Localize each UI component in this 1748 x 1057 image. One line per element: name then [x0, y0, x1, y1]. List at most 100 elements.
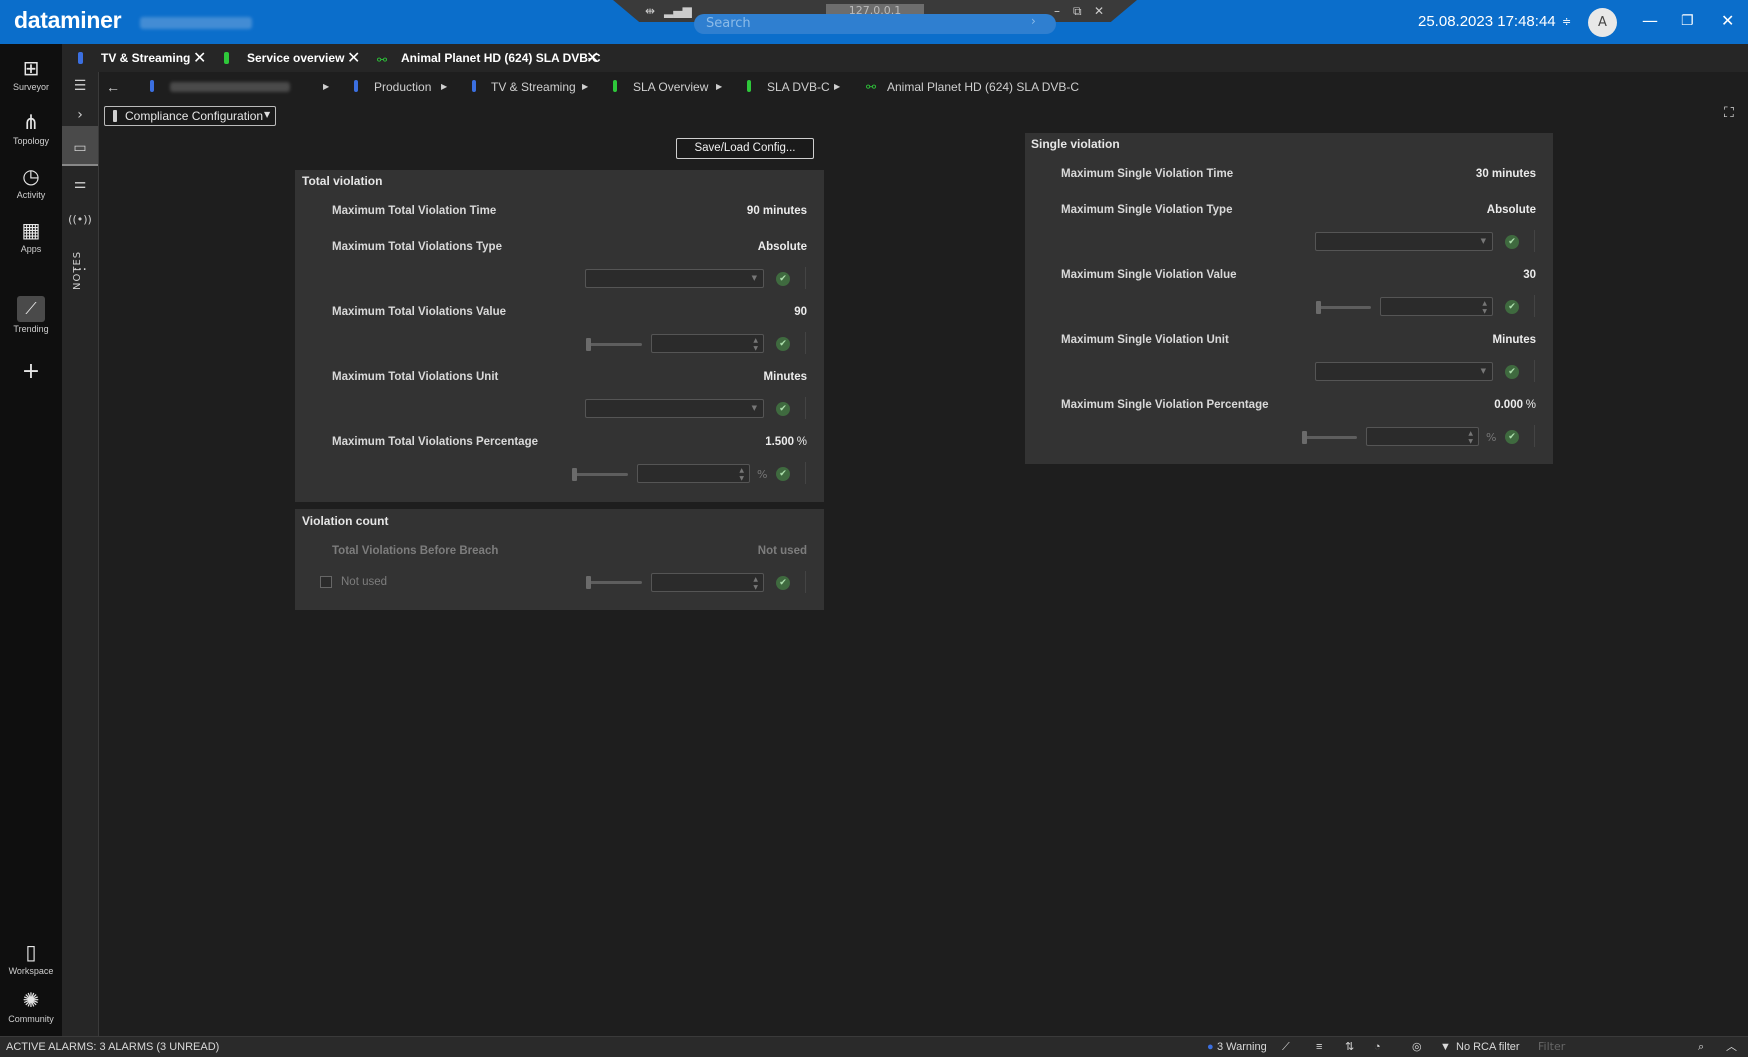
- blurred-system-name: [140, 17, 252, 29]
- chevron-up-icon[interactable]: ︿: [1726, 1040, 1737, 1054]
- unit-select[interactable]: ▼: [585, 399, 764, 418]
- conn-close-icon[interactable]: ✕: [1094, 4, 1104, 18]
- apply-check-icon[interactable]: ✔: [776, 337, 790, 351]
- service-icon: ⚯: [377, 53, 388, 67]
- checkbox-label: Not used: [341, 576, 388, 588]
- tab-animal-planet-sla[interactable]: Animal Planet HD (624) SLA DVB-C: [401, 44, 601, 72]
- value-spinner[interactable]: ▲ ▼: [651, 334, 764, 353]
- nav-apps[interactable]: ▦ Apps: [0, 218, 62, 254]
- sort-icon[interactable]: ⇅: [1345, 1040, 1354, 1054]
- nav-workspace[interactable]: ▯ Workspace: [0, 940, 62, 976]
- list-icon[interactable]: ≡: [1316, 1040, 1322, 1054]
- crumb-tv-streaming[interactable]: TV & Streaming: [491, 79, 576, 95]
- focus-icon[interactable]: ◎: [1412, 1040, 1422, 1054]
- crumb-indicator: [150, 80, 154, 92]
- page-selector-dropdown[interactable]: Compliance Configuration: [104, 106, 276, 126]
- workspace-icon: ▯: [25, 940, 37, 964]
- apply-check-icon[interactable]: ✔: [776, 402, 790, 416]
- apply-check-icon[interactable]: ✔: [776, 272, 790, 286]
- tab-color-indicator: [224, 52, 229, 64]
- param-label: Maximum Single Violation Unit: [1061, 334, 1229, 346]
- search-input[interactable]: Search: [694, 14, 1056, 34]
- datetime-menu-icon[interactable]: ≑: [1562, 15, 1571, 28]
- pie-chart-icon[interactable]: ◔: [1374, 1040, 1381, 1054]
- percentage-unit: %: [757, 468, 768, 481]
- broadcast-icon[interactable]: ((•)): [62, 213, 98, 226]
- value-slider[interactable]: [1316, 300, 1371, 314]
- count-slider[interactable]: [586, 575, 642, 589]
- search-chevron-icon[interactable]: ›: [1031, 14, 1036, 28]
- nav-community[interactable]: ✺ Community: [0, 988, 62, 1024]
- nav-trending[interactable]: ⟋ Trending: [0, 296, 62, 334]
- chevron-down-icon[interactable]: ▼: [264, 110, 270, 119]
- save-load-config-button[interactable]: Save/Load Config...: [676, 138, 814, 159]
- crumb-indicator: [613, 80, 617, 92]
- apply-check-icon[interactable]: ✔: [1505, 365, 1519, 379]
- value-spinner[interactable]: ▲ ▼: [1380, 297, 1493, 316]
- tab-service-overview[interactable]: Service overview: [247, 44, 344, 72]
- unit-select[interactable]: ▼: [1315, 362, 1493, 381]
- hamburger-icon[interactable]: ☰: [62, 78, 98, 94]
- crumb-indicator: [472, 80, 476, 92]
- search-icon[interactable]: ⌕: [1698, 1040, 1704, 1054]
- param-value: Minutes: [1492, 334, 1536, 346]
- percentage-slider[interactable]: [572, 467, 628, 481]
- percentage-spinner[interactable]: ▲ ▼: [637, 464, 750, 483]
- tab-close-icon[interactable]: ✕: [347, 48, 360, 68]
- user-avatar[interactable]: A: [1588, 8, 1617, 37]
- apply-check-icon[interactable]: ✔: [1505, 430, 1519, 444]
- crumb-sla-dvbc[interactable]: SLA DVB-C: [767, 79, 830, 95]
- monitor-icon[interactable]: ▭: [62, 140, 98, 156]
- nav-activity[interactable]: ◷ Activity: [0, 164, 62, 200]
- type-select[interactable]: ▼: [1315, 232, 1493, 251]
- nav-topology[interactable]: ⋔ Topology: [0, 110, 62, 146]
- divider: [1534, 295, 1535, 317]
- crumb-animal-planet-sla[interactable]: Animal Planet HD (624) SLA DVB-C: [887, 79, 1079, 95]
- minimize-icon[interactable]: —: [1642, 11, 1658, 31]
- expand-icon[interactable]: ›: [62, 107, 98, 123]
- trend-icon[interactable]: ⟋: [1282, 1040, 1290, 1054]
- count-spinner[interactable]: ▲ ▼: [651, 573, 764, 592]
- tab-tv-streaming[interactable]: TV & Streaming: [101, 44, 190, 72]
- crumb-indicator: [747, 80, 751, 92]
- divider: [1534, 230, 1535, 252]
- apply-check-icon[interactable]: ✔: [776, 467, 790, 481]
- apply-check-icon[interactable]: ✔: [776, 576, 790, 590]
- percentage-spinner[interactable]: ▲ ▼: [1366, 427, 1479, 446]
- close-window-icon[interactable]: ✕: [1721, 11, 1734, 31]
- rca-filter[interactable]: No RCA filter: [1456, 1040, 1520, 1054]
- active-alarms-text[interactable]: ACTIVE ALARMS: 3 ALARMS (3 UNREAD): [6, 1041, 219, 1053]
- apply-check-icon[interactable]: ✔: [1505, 235, 1519, 249]
- conn-minimize-icon[interactable]: –: [1054, 4, 1060, 18]
- param-label: Maximum Total Violations Type: [332, 241, 502, 253]
- filter-icon[interactable]: ▼: [1440, 1040, 1451, 1054]
- apply-check-icon[interactable]: ✔: [1505, 300, 1519, 314]
- fullscreen-icon[interactable]: ⛶: [1724, 105, 1734, 121]
- restore-icon[interactable]: ❐: [1681, 11, 1694, 31]
- back-arrow-icon[interactable]: ←: [106, 79, 120, 95]
- percentage-slider[interactable]: [1302, 430, 1357, 444]
- crumb-sla-overview[interactable]: SLA Overview: [633, 79, 708, 95]
- crumb-production[interactable]: Production: [374, 79, 431, 95]
- param-value: Absolute: [757, 241, 807, 253]
- pin-icon[interactable]: ⇹: [645, 4, 655, 18]
- tab-close-icon[interactable]: ✕: [586, 48, 599, 68]
- warning-count[interactable]: 3 Warning: [1217, 1040, 1267, 1054]
- not-used-checkbox[interactable]: [320, 576, 332, 588]
- panel-title: Total violation: [302, 174, 383, 188]
- divider: [1534, 360, 1535, 382]
- value-slider[interactable]: [586, 337, 642, 351]
- conn-restore-icon[interactable]: ⧉: [1073, 4, 1082, 18]
- tab-color-indicator: [78, 52, 83, 64]
- alarm-filter-input[interactable]: Filter: [1534, 1038, 1694, 1055]
- type-select[interactable]: ▼: [585, 269, 764, 288]
- divider: [1534, 425, 1535, 447]
- sliders-icon[interactable]: ⚌: [62, 176, 98, 192]
- add-app-button[interactable]: +: [0, 360, 62, 384]
- nav-surveyor[interactable]: ⊞ Surveyor: [0, 56, 62, 92]
- tab-close-icon[interactable]: ✕: [193, 48, 206, 68]
- blurred-crumb[interactable]: [170, 82, 290, 92]
- divider: [805, 462, 806, 484]
- notes-tab[interactable]: NOTES: [72, 251, 83, 290]
- panel-title: Violation count: [302, 514, 389, 528]
